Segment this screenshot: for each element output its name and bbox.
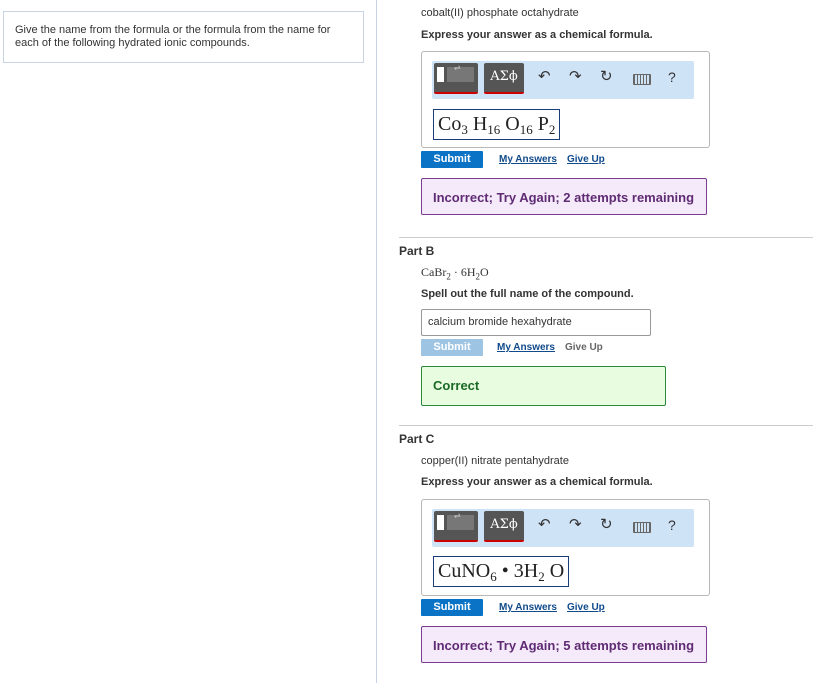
redo-icon[interactable]: ↷ [569, 515, 582, 535]
templates-button[interactable]: ⇌ [434, 63, 478, 94]
part-a-my-answers-link[interactable]: My Answers [499, 154, 557, 165]
part-c-editor: ⇌ ΑΣϕ ↶ ↷ ↻ ? CuNO6 • 3H2 O [421, 499, 710, 596]
keyboard-icon[interactable] [633, 522, 651, 533]
intro-instructions: Give the name from the formula or the fo… [3, 11, 364, 63]
part-b-submit-button: Submit [421, 339, 483, 356]
part-b-formula: CaBr2 · 6H2O [421, 265, 489, 282]
keyboard-icon[interactable] [633, 74, 651, 85]
swap-arrows-icon: ⇌ [454, 63, 461, 72]
part-c-question: copper(II) nitrate pentahydrate [421, 455, 569, 467]
part-b-my-answers-link[interactable]: My Answers [497, 342, 555, 353]
part-b-answer-input[interactable]: calcium bromide hexahydrate [421, 309, 651, 336]
part-a-instruction: Express your answer as a chemical formul… [421, 29, 653, 41]
symbols-button[interactable]: ΑΣϕ [484, 63, 524, 94]
swap-arrows-icon: ⇌ [454, 511, 461, 520]
part-c-instruction: Express your answer as a chemical formul… [421, 476, 653, 488]
part-b-title: Part B [399, 244, 435, 258]
part-c-give-up-link[interactable]: Give Up [567, 602, 605, 613]
part-b-feedback: Correct [421, 366, 666, 406]
part-c-my-answers-link[interactable]: My Answers [499, 602, 557, 613]
part-a-submit-button[interactable]: Submit [421, 151, 483, 168]
part-c-submit-button[interactable]: Submit [421, 599, 483, 616]
part-a-feedback: Incorrect; Try Again; 2 attempts remaini… [421, 178, 707, 215]
editor-toolbar: ⇌ ΑΣϕ ↶ ↷ ↻ ? [432, 509, 694, 547]
part-b-give-up-link: Give Up [565, 342, 603, 353]
reset-icon[interactable]: ↻ [600, 515, 613, 535]
part-a-question: cobalt(II) phosphate octahydrate [421, 7, 579, 19]
part-c-title: Part C [399, 432, 435, 446]
part-b-instruction: Spell out the full name of the compound. [421, 288, 634, 300]
part-c-feedback: Incorrect; Try Again; 5 attempts remaini… [421, 626, 707, 663]
part-a-give-up-link[interactable]: Give Up [567, 154, 605, 165]
part-a-answer-field[interactable]: Co3 H16 O16 P2 [433, 109, 561, 140]
part-c-answer-field[interactable]: CuNO6 • 3H2 O [433, 556, 570, 587]
templates-button[interactable]: ⇌ [434, 511, 478, 542]
left-pane: Give the name from the formula or the fo… [0, 0, 377, 683]
undo-icon[interactable]: ↶ [538, 67, 551, 87]
editor-toolbar: ⇌ ΑΣϕ ↶ ↷ ↻ ? [432, 61, 694, 99]
reset-icon[interactable]: ↻ [600, 67, 613, 87]
divider [399, 425, 813, 426]
part-a-editor: ⇌ ΑΣϕ ↶ ↷ ↻ ? Co3 H16 O16 P2 [421, 51, 710, 148]
divider [399, 237, 813, 238]
help-icon[interactable]: ? [668, 67, 676, 87]
help-icon[interactable]: ? [668, 515, 676, 535]
symbols-button[interactable]: ΑΣϕ [484, 511, 524, 542]
redo-icon[interactable]: ↷ [569, 67, 582, 87]
undo-icon[interactable]: ↶ [538, 515, 551, 535]
